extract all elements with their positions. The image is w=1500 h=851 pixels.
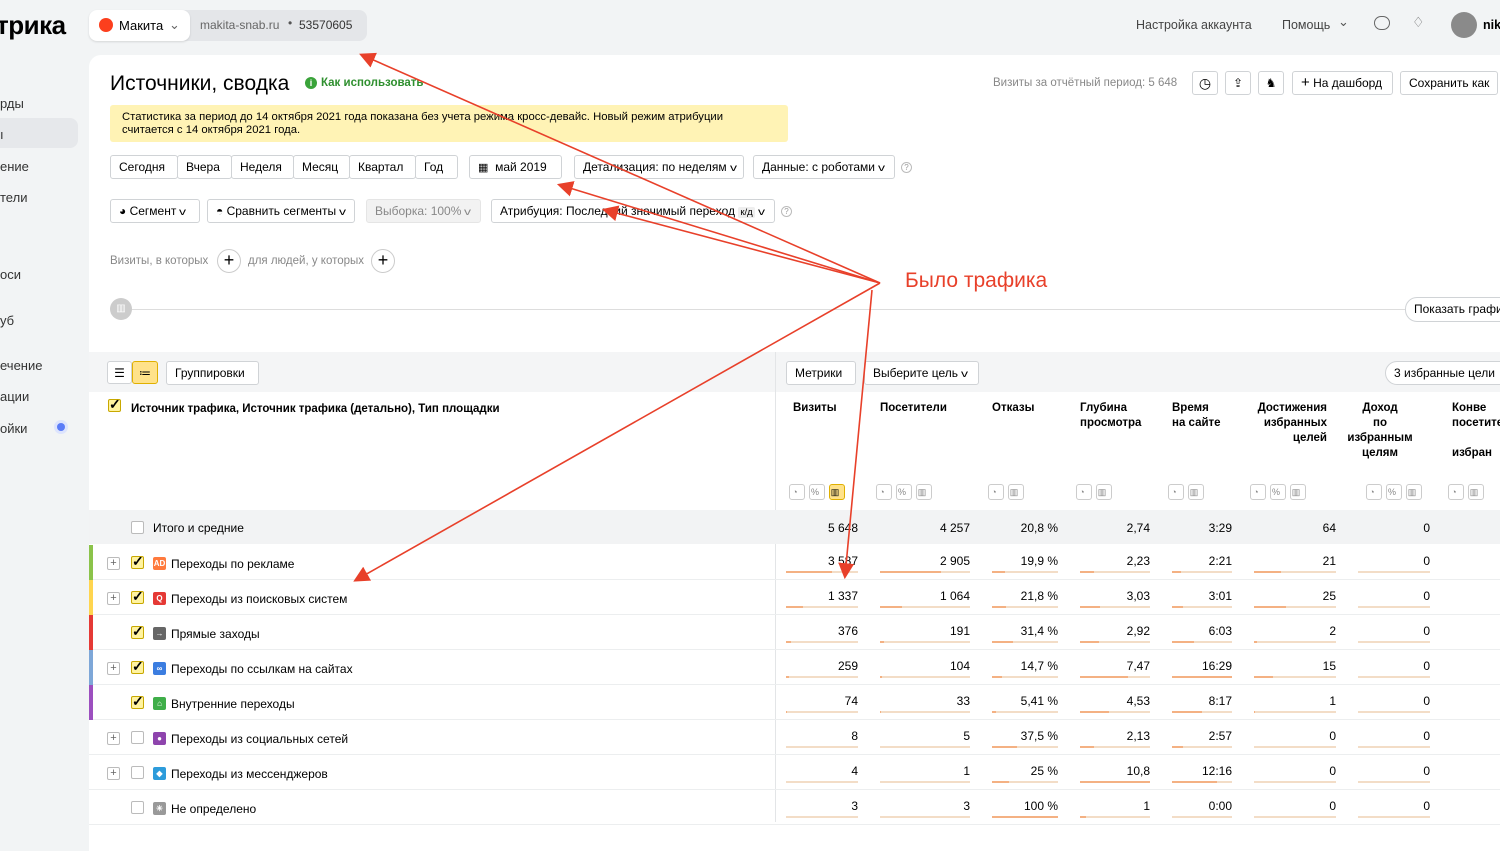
annotation-arrow bbox=[838, 289, 873, 580]
annotation-arrow bbox=[353, 282, 881, 582]
annotation-arrow bbox=[359, 52, 881, 284]
annotation-arrow bbox=[556, 181, 881, 284]
annotation-text: Было трафика bbox=[905, 269, 1048, 292]
annotation-arrow bbox=[601, 205, 881, 284]
annotation-overlay bbox=[353, 52, 881, 582]
